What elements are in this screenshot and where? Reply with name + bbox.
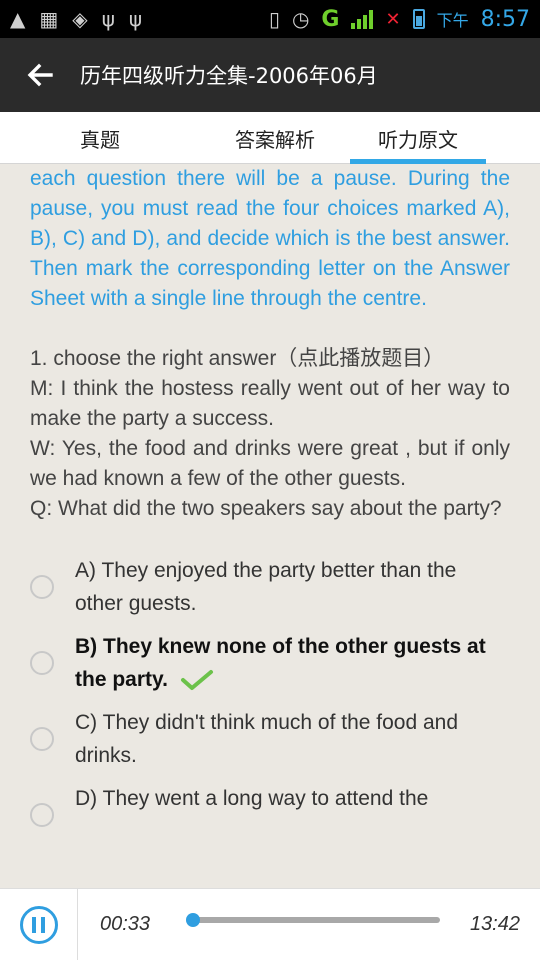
vibrate-icon: ▯ — [268, 7, 280, 31]
transcript-content[interactable]: each question there will be a pause. Dur… — [30, 164, 510, 888]
option-text-wrap: B) They knew none of the other guests at… — [75, 630, 510, 696]
back-arrow-icon — [27, 63, 53, 87]
radio-button[interactable] — [30, 651, 54, 675]
signal-icon — [351, 9, 374, 29]
radio-button[interactable] — [30, 727, 54, 751]
network-type: G — [321, 6, 340, 32]
tab-bar: 真题 答案解析 听力原文 — [0, 112, 540, 164]
title-bar: 历年四级听力全集-2006年06月 — [0, 38, 540, 112]
no-sim-icon: ✕ — [385, 8, 401, 30]
tab-spacer — [486, 112, 540, 164]
option-a[interactable]: A) They enjoyed the party better than th… — [30, 554, 510, 620]
notification-icons: ▲ ▦ ◈ ψ ψ — [10, 9, 142, 29]
option-d[interactable]: D) They went a long way to attend the — [30, 782, 510, 827]
tab-answers[interactable]: 答案解析 — [200, 112, 350, 164]
usb-icon: ψ — [128, 7, 143, 31]
usb-icon: ψ — [101, 7, 115, 31]
option-text: A) They enjoyed the party better than th… — [75, 559, 457, 615]
page-title: 历年四级听力全集-2006年06月 — [80, 64, 378, 88]
current-time: 00:33 — [100, 913, 151, 935]
alarm-icon: ◷ — [291, 7, 310, 31]
pause-button[interactable] — [0, 888, 78, 960]
option-text: C) They didn't think much of the food an… — [75, 711, 459, 767]
android-debug-icon: ◈ — [72, 7, 88, 31]
android-icon: ▲ — [10, 7, 26, 31]
option-b[interactable]: B) They knew none of the other guests at… — [30, 630, 510, 696]
status-bar: ▲ ▦ ◈ ψ ψ ▯ ◷ G ✕ 下午 8:57 — [0, 0, 540, 38]
tab-exam[interactable]: 真题 — [0, 112, 200, 164]
radio-button[interactable] — [30, 575, 54, 599]
audio-player: 00:33 13:42 — [0, 888, 540, 960]
option-c[interactable]: C) They didn't think much of the food an… — [30, 706, 510, 772]
checkmark-icon — [180, 670, 213, 691]
battery-icon — [412, 9, 425, 29]
tab-transcript[interactable]: 听力原文 — [350, 112, 486, 164]
question-heading[interactable]: 1. choose the right answer（点此播放题目） — [30, 344, 510, 374]
total-time: 13:42 — [469, 913, 520, 935]
seek-bar[interactable] — [190, 917, 440, 923]
dialogue-line: M: I think the hostess really went out o… — [30, 377, 510, 430]
pause-icon — [19, 905, 58, 944]
option-text: D) They went a long way to attend the — [75, 787, 429, 810]
dialogue-line: Q: What did the two speakers say about t… — [30, 497, 502, 520]
directions-text: each question there will be a pause. Dur… — [30, 167, 510, 310]
status-ampm: 下午 — [436, 11, 469, 30]
option-text: B) They knew none of the other guests at… — [75, 635, 486, 691]
dialogue-line: W: Yes, the food and drinks were great ,… — [30, 437, 510, 490]
status-time: 8:57 — [480, 6, 530, 32]
app-notification-icon: ▦ — [39, 7, 59, 31]
back-button[interactable] — [0, 38, 80, 112]
seek-handle[interactable] — [186, 913, 200, 927]
radio-button[interactable] — [30, 803, 54, 827]
answer-options: A) They enjoyed the party better than th… — [30, 554, 510, 827]
